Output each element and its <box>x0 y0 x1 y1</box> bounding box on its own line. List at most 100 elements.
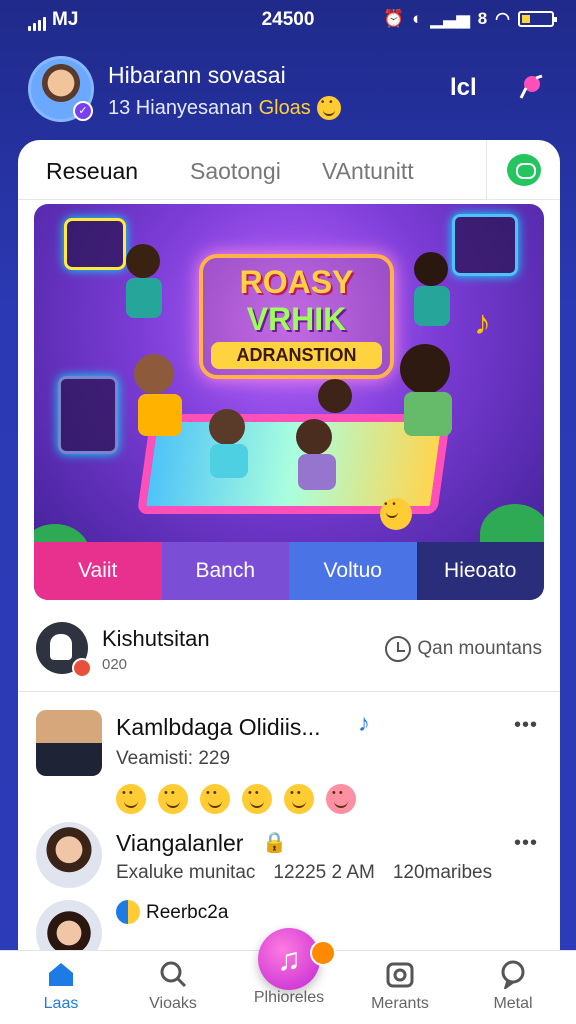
meta-left: Exaluke munitac <box>116 862 256 883</box>
nfc-icon: ◐ <box>412 9 423 28</box>
child-figure <box>126 244 160 278</box>
emoji-icon[interactable] <box>116 784 146 814</box>
camera-icon <box>386 962 414 988</box>
nav-label: Metal <box>493 995 533 1012</box>
smiley-icon <box>380 498 412 530</box>
nav-music[interactable]: Plhioreles <box>244 989 334 1007</box>
profile-avatar[interactable]: ✓ <box>28 56 94 122</box>
chat-bubble-icon <box>501 960 525 989</box>
subtitle-text: 13 Hianyesanan <box>108 96 253 119</box>
banner-title-sign: ROASY VRHIK ADRANSTION <box>199 254 394 379</box>
banner-title-line2: VRHIK <box>246 301 347 337</box>
more-options-icon[interactable]: ••• <box>514 832 538 855</box>
online-badge-icon: ✓ <box>73 101 93 121</box>
emoji-icon[interactable] <box>242 784 272 814</box>
main-card: Reseuan Saotongi VAntunitt ♪ ROASY VRHIK… <box>18 140 560 950</box>
header-action-button[interactable]: lcl <box>450 74 477 102</box>
featured-banner[interactable]: ♪ ROASY VRHIK ADRANSTION Vaiit Banch Vol… <box>34 204 544 600</box>
banner-title-line3: ADRANSTION <box>211 342 382 369</box>
subtitle-accent: Gloas <box>258 96 311 119</box>
reaction-row <box>116 784 356 814</box>
action-button-hieoato[interactable]: Hieoato <box>416 542 544 600</box>
list-item-meta: Exaluke munitac 12225 2 AM 120maribes <box>116 862 492 884</box>
featured-sub: 020 <box>102 656 128 673</box>
child-figure <box>296 419 332 455</box>
wifi-icon: ◠ <box>495 9 510 28</box>
emoji-icon[interactable] <box>326 784 356 814</box>
app-header: ✓ Hibarann sovasai 13 Hianyesanan Gloas … <box>0 50 576 136</box>
banner-title-line1: ROASY <box>239 264 354 300</box>
featured-right-label: Qan mountans <box>417 638 542 659</box>
child-figure <box>318 379 352 413</box>
emoji-icon[interactable] <box>158 784 188 814</box>
calculator-illustration <box>58 376 118 454</box>
emoji-icon[interactable] <box>284 784 314 814</box>
action-button-voltuo[interactable]: Voltuo <box>289 542 417 600</box>
child-figure <box>414 252 448 286</box>
chat-bubble-icon <box>507 154 541 186</box>
list-item[interactable]: Viangalanler 🔒 Exaluke munitac 12225 2 A… <box>18 820 560 900</box>
emoji-icon[interactable] <box>200 784 230 814</box>
list-item-name: Reerbc2a <box>146 902 229 923</box>
music-fab-button[interactable]: ♫ <box>258 928 336 990</box>
nav-label: Merants <box>371 995 429 1012</box>
tablet-illustration <box>64 218 126 270</box>
featured-right[interactable]: Qan mountans <box>385 636 542 662</box>
nav-chat[interactable]: Metal <box>468 959 558 1013</box>
child-figure <box>400 344 450 394</box>
child-figure <box>414 286 450 326</box>
clock-icon <box>385 636 412 662</box>
tab-vantunitt[interactable]: VAntunitt <box>322 158 414 185</box>
signal-icon: ▁▃▅ <box>430 9 470 28</box>
search-icon <box>160 961 187 988</box>
ghost-avatar-icon <box>36 622 92 678</box>
child-figure <box>126 278 162 318</box>
tablet-illustration <box>452 214 518 276</box>
header-title: Hibarann sovasai <box>108 62 286 88</box>
header-subtitle: 13 Hianyesanan Gloas <box>108 96 341 120</box>
home-icon <box>49 963 73 986</box>
lock-icon: 🔒 <box>262 832 287 854</box>
flag-icon <box>116 900 140 924</box>
featured-row[interactable]: Kishutsitan 020 Qan mountans <box>18 616 560 692</box>
tab-reseuan[interactable]: Reseuan <box>46 158 138 185</box>
list-item-name: Viangalanler <box>116 830 244 856</box>
list-item-name: Kamlbdaga Olidiis... <box>116 714 321 740</box>
smiley-icon <box>316 96 341 120</box>
avatar <box>36 822 102 888</box>
status-bar: MJ 24500 ⏰ ◐ ▁▃▅ 8 ◠ <box>0 0 576 40</box>
smiley-badge-icon <box>310 940 336 966</box>
nav-label: Plhioreles <box>253 989 325 1006</box>
meta-right: 120maribes <box>392 862 493 883</box>
nav-camera[interactable]: Merants <box>355 959 445 1013</box>
action-button-vaiit[interactable]: Vaiit <box>34 542 162 600</box>
nav-home[interactable]: Laas <box>16 959 106 1013</box>
child-figure <box>209 409 245 445</box>
avatar <box>36 900 102 950</box>
list-item-meta: Veamisti: 229 <box>116 748 231 769</box>
child-figure <box>134 354 174 394</box>
signal-label: 8 <box>477 9 488 28</box>
banner-action-bar: Vaiit Banch Voltuo Hieoato <box>34 542 544 600</box>
music-note-icon: ♪ <box>358 710 370 737</box>
music-note-icon: ♪ <box>474 304 491 342</box>
list-item[interactable]: Kamlbdaga Olidiis... ♪ Veamisti: 229 ••• <box>18 706 560 816</box>
nav-label: Vioaks <box>149 995 197 1012</box>
chat-button[interactable] <box>486 140 560 200</box>
child-figure <box>298 454 336 490</box>
avatar <box>36 710 102 776</box>
child-figure <box>138 394 182 436</box>
alarm-icon: ⏰ <box>383 9 405 28</box>
featured-name: Kishutsitan <box>102 626 210 651</box>
child-figure <box>210 444 248 478</box>
battery-icon <box>518 11 557 27</box>
child-figure <box>404 392 452 436</box>
pin-icon[interactable] <box>516 72 546 102</box>
nav-label: Laas <box>43 995 79 1012</box>
more-options-icon[interactable]: ••• <box>514 714 538 737</box>
tab-saotongi[interactable]: Saotongi <box>190 158 281 185</box>
tab-bar: Reseuan Saotongi VAntunitt <box>18 140 560 200</box>
nav-search[interactable]: Vioaks <box>128 959 218 1013</box>
music-note-icon: ♫ <box>277 941 301 977</box>
action-button-banch[interactable]: Banch <box>161 542 289 600</box>
